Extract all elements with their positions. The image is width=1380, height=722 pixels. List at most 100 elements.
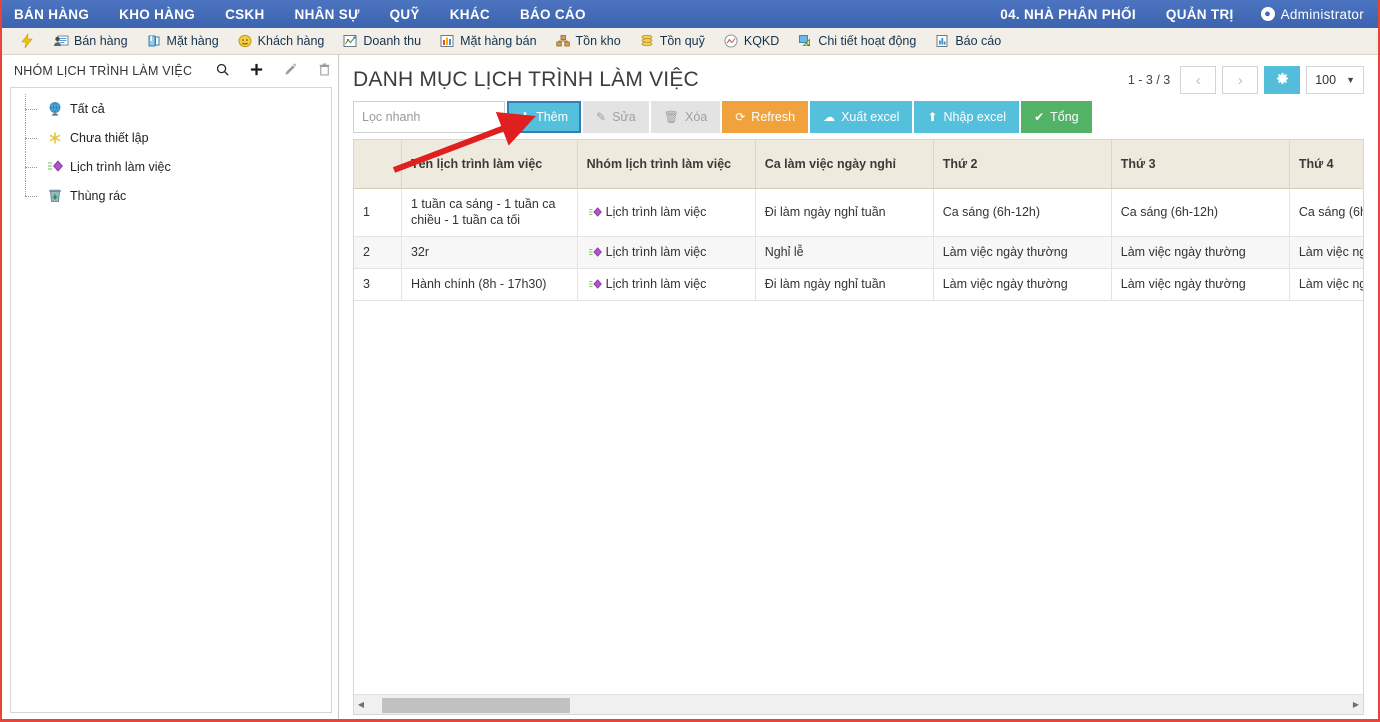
shortcut-khach-hang[interactable]: Khách hàng	[228, 30, 334, 53]
grid-settings-button[interactable]	[1264, 66, 1301, 94]
table-header-row: Tên lịch trình làm việc Nhóm lịch trình …	[354, 140, 1363, 189]
col-header-index[interactable]	[354, 140, 402, 189]
cell-mon: Ca sáng (6h-12h)	[933, 188, 1112, 238]
col-header-wed[interactable]: Thứ 4	[1289, 140, 1363, 189]
cell-index: 3	[354, 268, 402, 301]
table-header: Tên lịch trình làm việc Nhóm lịch trình …	[354, 140, 1363, 189]
col-header-holiday-shift[interactable]: Ca làm việc ngày nghỉ	[755, 140, 934, 189]
add-button[interactable]: ✚ Thêm	[507, 101, 582, 133]
page-title: DANH MỤC LỊCH TRÌNH LÀM VIỆC	[353, 68, 699, 91]
col-header-mon[interactable]: Thứ 2	[933, 140, 1112, 189]
shortcut-mat-hang[interactable]: Mặt hàng	[137, 30, 228, 53]
line-chart-icon	[723, 33, 739, 49]
delete-button-label: Xóa	[684, 110, 708, 124]
bar-chart-icon	[439, 33, 455, 49]
menu-item-quy[interactable]: QUỸ	[375, 0, 435, 28]
tree-item-lich-trinh-lam-viec[interactable]: Lịch trình làm việc	[21, 152, 331, 181]
menu-item-bao-cao[interactable]: BÁO CÁO	[505, 0, 601, 28]
diamond-list-icon	[587, 246, 604, 260]
data-grid: Tên lịch trình làm việc Nhóm lịch trình …	[353, 139, 1364, 715]
sidebar-title: NHÓM LỊCH TRÌNH LÀM VIỆC	[14, 64, 193, 78]
menu-item-nha-phan-phoi[interactable]: 04. NHÀ PHÂN PHỐI	[985, 0, 1151, 28]
cell-wed: Làm việc ngày thường	[1289, 236, 1363, 270]
tree-item-thung-rac[interactable]: Thùng rác	[21, 181, 331, 210]
main-menu-right: 04. NHÀ PHÂN PHỐI QUẢN TRỊ ● Administrat…	[985, 0, 1378, 28]
cell-tue: Ca sáng (6h-12h)	[1111, 188, 1290, 238]
shortcut-kqkd[interactable]: KQKD	[714, 30, 788, 53]
user-menu[interactable]: ● Administrator	[1249, 0, 1378, 28]
shortcut-mat-hang-ban[interactable]: Mặt hàng bán	[430, 30, 545, 53]
schedule-table: Tên lịch trình làm việc Nhóm lịch trình …	[354, 140, 1363, 301]
cell-name: 1 tuần ca sáng - 1 tuần ca chiều - 1 tuầ…	[401, 188, 578, 238]
plus-icon	[249, 62, 264, 80]
export-excel-label: Xuất excel	[841, 110, 900, 124]
add-button-label: Thêm	[536, 110, 569, 124]
sidebar-panel: NHÓM LỊCH TRÌNH LÀM VIỆC Tất cả Chưa thi…	[2, 55, 339, 719]
cell-tue: Làm việc ngày thường	[1111, 236, 1290, 270]
shortcut-bao-cao[interactable]: Báo cáo	[925, 30, 1010, 53]
menu-item-khac[interactable]: KHÁC	[435, 0, 505, 28]
refresh-button-label: Refresh	[751, 110, 796, 124]
shortcut-lightning[interactable]	[10, 30, 44, 53]
page-size-select[interactable]: 100 ▼	[1306, 66, 1364, 94]
tree-item-label: Chưa thiết lập	[70, 130, 149, 145]
total-button[interactable]: ✔ Tổng	[1021, 101, 1092, 133]
table-row[interactable]: 3 Hành chính (8h - 17h30) Lịch trình làm…	[354, 268, 1363, 301]
shortcut-toolbar: Bán hàng Mặt hàng Khách hàng Doanh thu M…	[2, 28, 1378, 55]
sidebar-header: NHÓM LỊCH TRÌNH LÀM VIỆC	[2, 55, 338, 87]
edit-button[interactable]: ✎ Sửa	[583, 101, 649, 133]
shortcut-ton-kho[interactable]: Tồn kho	[546, 30, 630, 53]
table-row[interactable]: 2 32r Lịch trình làm việc Nghỉ lễ Làm vi…	[354, 236, 1363, 270]
cell-mon: Làm việc ngày thường	[933, 236, 1112, 270]
cell-wed: Làm việc ngày thường	[1289, 268, 1363, 301]
pager: 1 - 3 / 3 ‹ › 100 ▼	[1128, 66, 1364, 94]
user-name-label: Administrator	[1280, 6, 1364, 22]
main-menu-bar: BÁN HÀNG KHO HÀNG CSKH NHÂN SỰ QUỸ KHÁC …	[2, 0, 1378, 28]
sidebar-delete-button[interactable]	[308, 59, 340, 83]
shortcut-ton-quy[interactable]: Tồn quỹ	[630, 30, 714, 53]
shortcut-doanh-thu[interactable]: Doanh thu	[333, 30, 430, 53]
menu-item-ban-hang[interactable]: BÁN HÀNG	[2, 0, 104, 28]
sidebar-edit-button[interactable]	[274, 59, 306, 83]
menu-item-nhan-su[interactable]: NHÂN SỰ	[280, 0, 375, 28]
menu-item-cskh[interactable]: CSKH	[210, 0, 279, 28]
shortcut-label: Mặt hàng bán	[460, 34, 537, 48]
tree-item-tat-ca[interactable]: Tất cả	[21, 94, 331, 123]
app-window: BÁN HÀNG KHO HÀNG CSKH NHÂN SỰ QUỸ KHÁC …	[0, 0, 1380, 722]
col-header-group[interactable]: Nhóm lịch trình làm việc	[577, 140, 756, 189]
tree-item-label: Lịch trình làm việc	[70, 159, 171, 174]
page-size-value: 100	[1315, 73, 1337, 87]
pager-next-button[interactable]: ›	[1222, 66, 1259, 94]
quick-filter-input[interactable]	[353, 101, 505, 133]
shortcut-ban-hang[interactable]: Bán hàng	[44, 30, 137, 53]
scroll-left-arrow-icon[interactable]: ◀	[354, 696, 368, 714]
upload-icon: ⬆	[927, 110, 938, 124]
col-header-tue[interactable]: Thứ 3	[1111, 140, 1290, 189]
tree-item-chua-thiet-lap[interactable]: Chưa thiết lập	[21, 123, 331, 152]
col-header-name[interactable]: Tên lịch trình làm việc	[401, 140, 578, 189]
menu-item-kho-hang[interactable]: KHO HÀNG	[104, 0, 210, 28]
cash-stack-icon	[639, 33, 655, 49]
search-icon	[215, 62, 230, 80]
sidebar-add-button[interactable]	[240, 59, 272, 83]
import-excel-button[interactable]: ⬆ Nhập excel	[914, 101, 1020, 133]
menu-item-quan-tri[interactable]: QUẢN TRỊ	[1151, 0, 1249, 28]
shortcut-label: Tồn quỹ	[659, 34, 705, 48]
refresh-button[interactable]: ⟳ Refresh	[722, 101, 809, 133]
scrollbar-track[interactable]	[368, 696, 1349, 714]
shortcut-chi-tiet-hoat-dong[interactable]: Chi tiết hoạt động	[788, 30, 925, 53]
scroll-right-arrow-icon[interactable]: ▶	[1349, 696, 1363, 714]
sidebar-search-button[interactable]	[206, 59, 238, 83]
tree-item-label: Tất cả	[70, 101, 105, 116]
trash-icon	[317, 62, 332, 80]
product-box-icon	[146, 33, 162, 49]
table-row[interactable]: 1 1 tuần ca sáng - 1 tuần ca chiều - 1 t…	[354, 188, 1363, 238]
cell-mon: Làm việc ngày thường	[933, 268, 1112, 301]
delete-button[interactable]: 🗑 Xóa	[650, 101, 721, 133]
export-excel-button[interactable]: ☁ Xuất excel	[810, 101, 913, 133]
pager-prev-button[interactable]: ‹	[1180, 66, 1217, 94]
scrollbar-thumb[interactable]	[382, 697, 570, 713]
cell-wed: Ca sáng (6h-12h)	[1289, 188, 1363, 238]
import-excel-label: Nhập excel	[943, 110, 1007, 124]
horizontal-scrollbar[interactable]: ◀ ▶	[354, 694, 1363, 714]
